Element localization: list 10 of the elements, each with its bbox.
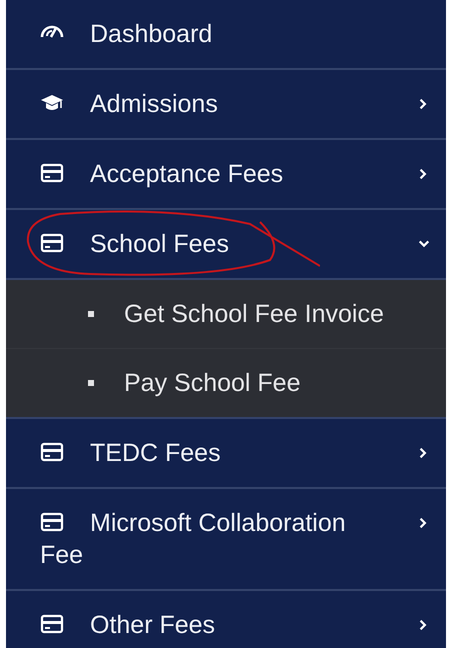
card-icon: [40, 510, 64, 534]
submenu-item[interactable]: Pay School Fee: [6, 349, 446, 417]
bullet-icon: [88, 380, 94, 386]
card-icon: [40, 231, 64, 255]
card-icon: [40, 612, 64, 636]
menu-item[interactable]: School Fees: [6, 210, 446, 280]
card-icon: [40, 440, 64, 464]
submenu-item[interactable]: Get School Fee Invoice: [6, 280, 446, 349]
card-icon: [40, 161, 64, 185]
bullet-icon: [88, 311, 94, 317]
